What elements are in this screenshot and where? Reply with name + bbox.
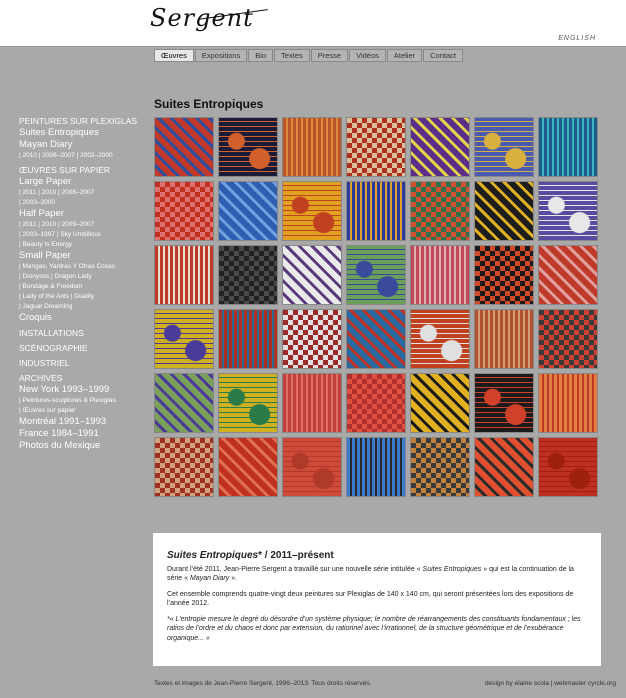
- main-nav: Œuvres Expositions Bio Textes Presse Vidéos At…: [154, 49, 463, 62]
- artwork-thumbnail[interactable]: [218, 181, 278, 241]
- artwork-thumbnail[interactable]: [154, 373, 214, 433]
- sidebar-subitem[interactable]: | 2011 | 2010 | 2008–2007: [19, 188, 144, 198]
- sidebar-section[interactable]: INDUSTRIEL: [19, 358, 144, 369]
- sidebar-subitem[interactable]: | Jaguar Dreaming: [19, 302, 144, 312]
- artwork-thumbnail[interactable]: [154, 181, 214, 241]
- artwork-thumbnail[interactable]: [346, 373, 406, 433]
- site-logo[interactable]: Sergent: [150, 4, 268, 32]
- sidebar-subitem[interactable]: | Lady of the Ants | Duality: [19, 292, 144, 302]
- sidebar-item[interactable]: France 1984–1991: [19, 428, 144, 440]
- artwork-thumbnail[interactable]: [474, 373, 534, 433]
- artwork-thumbnail[interactable]: [154, 309, 214, 369]
- sidebar-subitem[interactable]: | 2011 | 2010 | 2009–2007: [19, 220, 144, 230]
- language-link[interactable]: ENGLISH: [558, 35, 596, 42]
- artwork-thumbnail[interactable]: [538, 309, 598, 369]
- sidebar-item[interactable]: Half Paper: [19, 208, 144, 220]
- artwork-thumbnail[interactable]: [218, 373, 278, 433]
- nav-tab[interactable]: Atelier: [386, 49, 423, 62]
- header: Sergent ENGLISH: [0, 0, 626, 47]
- artwork-thumbnail[interactable]: [410, 117, 470, 177]
- artwork-thumbnail[interactable]: [346, 309, 406, 369]
- sidebar-subitem[interactable]: | 2010 | 2008–2007 | 2002–2000: [19, 151, 144, 161]
- nav-tab[interactable]: Vidéos: [349, 49, 386, 62]
- sidebar-subitem[interactable]: | Mangas, Yantras Y Otras Cosas: [19, 262, 144, 272]
- artwork-thumbnail[interactable]: [218, 309, 278, 369]
- sidebar-section[interactable]: ARCHIVES: [19, 373, 144, 384]
- artwork-thumbnail[interactable]: [282, 437, 342, 497]
- artwork-thumbnail[interactable]: [282, 309, 342, 369]
- artwork-thumbnail[interactable]: [218, 437, 278, 497]
- artwork-thumbnail[interactable]: [154, 437, 214, 497]
- nav-tab[interactable]: Œuvres: [154, 49, 194, 62]
- nav-tab[interactable]: Expositions: [194, 49, 248, 62]
- sidebar-item[interactable]: Photos du Mexique: [19, 440, 144, 452]
- artwork-thumbnail[interactable]: [410, 181, 470, 241]
- sidebar: PEINTURES SUR PLEXIGLAS Suites Entropique…: [19, 116, 144, 452]
- artwork-thumbnail[interactable]: [538, 373, 598, 433]
- nav-tab[interactable]: Presse: [310, 49, 349, 62]
- artwork-thumbnail[interactable]: [346, 181, 406, 241]
- artwork-thumbnail[interactable]: [474, 309, 534, 369]
- description-quote: *« L’entropie mesure le degré du désordr…: [167, 615, 581, 642]
- artwork-thumbnail[interactable]: [282, 117, 342, 177]
- artwork-thumbnail[interactable]: [346, 437, 406, 497]
- artwork-thumbnail[interactable]: [538, 245, 598, 305]
- sidebar-subitem[interactable]: | 2003–1997 | Sky Umbilicus: [19, 230, 144, 240]
- artwork-thumbnail[interactable]: [410, 437, 470, 497]
- artwork-thumbnail[interactable]: [410, 245, 470, 305]
- sidebar-item[interactable]: Montréal 1991–1993: [19, 416, 144, 428]
- artwork-thumbnail[interactable]: [154, 117, 214, 177]
- sidebar-subitem[interactable]: | Peintures-sculptures & Plexiglas: [19, 396, 144, 406]
- artwork-thumbnail[interactable]: [346, 245, 406, 305]
- description-paragraph-1: Durant l’été 2011, Jean-Pierre Sergent a…: [167, 565, 574, 583]
- nav-tab[interactable]: Contact: [423, 49, 463, 62]
- sidebar-item[interactable]: Suites Entropiques: [19, 127, 144, 139]
- artwork-thumbnail[interactable]: [474, 181, 534, 241]
- sidebar-item[interactable]: Large Paper: [19, 176, 144, 188]
- footer-copyright: Textes et images de Jean-Pierre Sergent,…: [154, 680, 372, 687]
- artwork-thumbnail[interactable]: [282, 245, 342, 305]
- artwork-thumbnail[interactable]: [410, 373, 470, 433]
- sidebar-section[interactable]: ŒUVRES SUR PAPIER: [19, 165, 144, 176]
- artwork-thumbnail[interactable]: [474, 437, 534, 497]
- sidebar-subitem[interactable]: | 2003–2000: [19, 198, 144, 208]
- artwork-thumbnail[interactable]: [282, 181, 342, 241]
- artwork-thumbnail[interactable]: [474, 245, 534, 305]
- artwork-thumbnail[interactable]: [538, 181, 598, 241]
- sidebar-subitem[interactable]: | Œuvres sur papier: [19, 406, 144, 416]
- sidebar-item[interactable]: Small Paper: [19, 250, 144, 262]
- artwork-thumbnail[interactable]: [538, 117, 598, 177]
- footer-credits[interactable]: design by elaine scola | webmaster cyrcl…: [485, 680, 616, 687]
- sidebar-item[interactable]: Mayan Diary: [19, 139, 144, 151]
- description-paragraph-2: Cet ensemble comprends quatre-vingt deux…: [167, 590, 574, 608]
- sidebar-item[interactable]: Croquis: [19, 312, 144, 324]
- artwork-thumbnail[interactable]: [538, 437, 598, 497]
- artwork-thumbnail[interactable]: [346, 117, 406, 177]
- description-title: Suites Entropiques* / 2011–présent: [167, 550, 334, 561]
- artwork-thumbnail[interactable]: [154, 245, 214, 305]
- nav-tab[interactable]: Textes: [274, 49, 310, 62]
- sidebar-section[interactable]: SCÉNOGRAPHIE: [19, 343, 144, 354]
- nav-tab[interactable]: Bio: [248, 49, 274, 62]
- description-box: Suites Entropiques* / 2011–présent Duran…: [153, 533, 601, 666]
- sidebar-section[interactable]: PEINTURES SUR PLEXIGLAS: [19, 116, 144, 127]
- artwork-thumbnail[interactable]: [218, 245, 278, 305]
- sidebar-section[interactable]: INSTALLATIONS: [19, 328, 144, 339]
- sidebar-item[interactable]: New York 1993–1999: [19, 384, 144, 396]
- artwork-thumbnail[interactable]: [282, 373, 342, 433]
- artwork-thumbnail[interactable]: [410, 309, 470, 369]
- sidebar-subitem[interactable]: | Bondage & Freedom: [19, 282, 144, 292]
- sidebar-subitem[interactable]: | Beauty Is Energy: [19, 240, 144, 250]
- sidebar-subitem[interactable]: | Dionysos | Dragon Lady: [19, 272, 144, 282]
- artwork-thumbnail[interactable]: [218, 117, 278, 177]
- artwork-thumbnail[interactable]: [474, 117, 534, 177]
- page-title: Suites Entropiques: [154, 97, 264, 111]
